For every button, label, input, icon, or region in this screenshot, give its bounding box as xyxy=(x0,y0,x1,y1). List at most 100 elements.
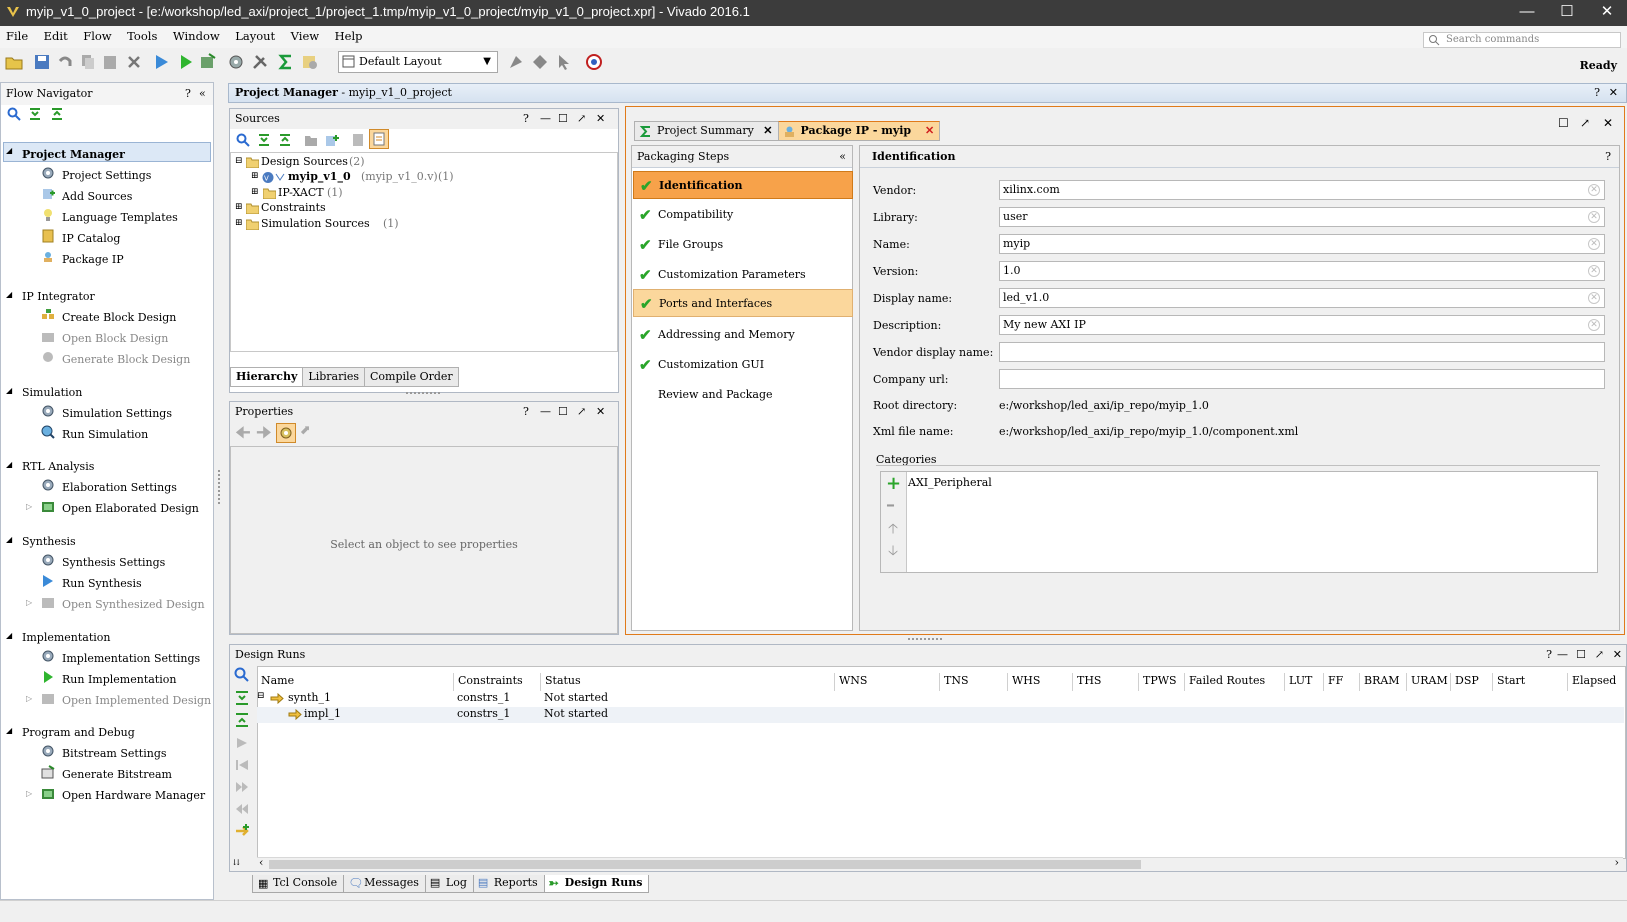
horizontal-scrollbar[interactable]: ‹ › xyxy=(257,856,1623,870)
tree-design-sources[interactable]: Design Sources xyxy=(261,155,348,168)
nav-run-implementation[interactable]: Run Implementation xyxy=(62,673,176,686)
copy-icon[interactable] xyxy=(78,52,98,72)
first-icon[interactable] xyxy=(234,757,250,773)
nav-elaboration-settings[interactable]: Elaboration Settings xyxy=(62,481,177,494)
help-icon[interactable] xyxy=(584,52,604,72)
clear-icon[interactable]: ✕ xyxy=(1588,238,1600,250)
company-url-field[interactable] xyxy=(999,369,1605,389)
search-commands-input[interactable]: Search commands xyxy=(1423,32,1621,48)
rewind-icon[interactable] xyxy=(234,801,250,817)
menu-edit[interactable]: Edit xyxy=(38,26,74,46)
scroll-left-icon[interactable]: ‹ xyxy=(259,856,263,869)
tree-constraints[interactable]: Constraints xyxy=(261,201,326,214)
clear-icon[interactable]: ✕ xyxy=(1588,265,1600,277)
tools-icon[interactable] xyxy=(250,52,270,72)
expand-arrow-icon[interactable]: ◢ xyxy=(6,631,12,640)
nav-open-hardware-manager[interactable]: Open Hardware Manager xyxy=(62,789,205,802)
float-icon[interactable]: ↗ xyxy=(1580,116,1590,130)
settings-icon[interactable] xyxy=(226,52,246,72)
help-icon[interactable]: ? xyxy=(185,83,191,105)
col-wns[interactable]: WNS xyxy=(835,673,940,691)
clear-icon[interactable]: ✕ xyxy=(1588,211,1600,223)
section-implementation[interactable]: Implementation xyxy=(22,631,111,644)
document-icon[interactable] xyxy=(351,133,365,147)
close-icon[interactable]: ✕ xyxy=(925,124,934,137)
col-whs[interactable]: WHS xyxy=(1008,673,1073,691)
expand-arrow-icon[interactable]: ▷ xyxy=(26,789,32,798)
col-uram[interactable]: URAM xyxy=(1407,673,1451,691)
maximize-icon[interactable]: ☐ xyxy=(1558,116,1569,130)
section-project-manager[interactable]: Project Manager xyxy=(22,148,125,161)
nav-open-elaborated-design[interactable]: Open Elaborated Design xyxy=(62,502,199,515)
nav-run-synthesis[interactable]: Run Synthesis xyxy=(62,577,142,590)
menu-view[interactable]: View xyxy=(285,26,325,46)
close-icon[interactable]: ✕ xyxy=(1609,84,1618,102)
tab-messages[interactable]: 🗨 Messages xyxy=(343,875,426,893)
nav-open-block-design[interactable]: Open Block Design xyxy=(62,332,168,345)
back-arrow-icon[interactable]: 🠈 xyxy=(235,420,251,449)
nav-simulation-settings[interactable]: Simulation Settings xyxy=(62,407,172,420)
col-constraints[interactable]: Constraints xyxy=(454,673,541,691)
close-icon[interactable]: ✕ xyxy=(1613,645,1622,664)
col-tns[interactable]: TNS xyxy=(940,673,1008,691)
close-window-button[interactable]: ✕ xyxy=(1587,0,1627,26)
menu-window[interactable]: Window xyxy=(167,26,226,46)
close-icon[interactable]: ✕ xyxy=(1603,116,1613,130)
help-icon[interactable]: ? xyxy=(1594,84,1600,102)
nav-generate-block-design[interactable]: Generate Block Design xyxy=(62,353,190,366)
col-ths[interactable]: THS xyxy=(1073,673,1139,691)
tab-tcl-console[interactable]: ▦ Tcl Console xyxy=(252,875,345,893)
close-icon[interactable]: ✕ xyxy=(596,402,605,421)
search-icon[interactable] xyxy=(7,107,21,121)
clear-icon[interactable]: ✕ xyxy=(1588,292,1600,304)
expand-all-icon[interactable] xyxy=(278,133,292,147)
col-elapsed[interactable]: Elapsed xyxy=(1568,673,1624,691)
float-icon[interactable]: ↗ xyxy=(577,402,586,421)
tab-log[interactable]: ▤ Log xyxy=(424,875,474,893)
menu-file[interactable]: File xyxy=(0,26,34,46)
step-file-groups[interactable]: ✔ File Groups xyxy=(633,231,853,259)
expand-arrow-icon[interactable]: ◢ xyxy=(6,726,12,735)
highlight-icon[interactable] xyxy=(530,52,550,72)
scroll-right-icon[interactable]: › xyxy=(1615,856,1619,869)
tree-toggle-icon[interactable]: ⊟ xyxy=(235,156,243,166)
clear-icon[interactable]: ✕ xyxy=(1588,319,1600,331)
splitter-handle[interactable] xyxy=(908,638,942,641)
col-name[interactable]: Name xyxy=(257,673,454,691)
step-ports-and-interfaces[interactable]: ✔ Ports and Interfaces xyxy=(633,289,853,317)
nav-ip-catalog[interactable]: IP Catalog xyxy=(62,232,120,245)
description-field[interactable]: My new AXI IP ✕ xyxy=(999,315,1605,335)
menu-tools[interactable]: Tools xyxy=(121,26,163,46)
nav-language-templates[interactable]: Language Templates xyxy=(62,211,178,224)
show-hierarchy-button[interactable] xyxy=(369,129,389,149)
float-icon[interactable]: ↗ xyxy=(577,109,586,128)
expand-arrow-icon[interactable]: ◢ xyxy=(6,460,12,469)
tree-toggle-icon[interactable]: ⊞ xyxy=(251,171,259,181)
nav-synthesis-settings[interactable]: Synthesis Settings xyxy=(62,556,165,569)
add-sources-icon[interactable] xyxy=(325,133,339,147)
nav-package-ip[interactable]: Package IP xyxy=(62,253,124,266)
maximize-icon[interactable]: ☐ xyxy=(558,402,568,421)
add-run-icon[interactable] xyxy=(234,823,250,839)
version-field[interactable]: 1.0 ✕ xyxy=(999,261,1605,281)
add-icon[interactable]: + xyxy=(886,473,901,494)
col-lut[interactable]: LUT xyxy=(1285,673,1324,691)
tab-design-runs[interactable]: ➳ Design Runs xyxy=(543,875,650,893)
paste-icon[interactable] xyxy=(100,52,120,72)
tree-top-module[interactable]: myip_v1_0 xyxy=(288,170,351,183)
table-row[interactable]: impl_1 constrs_1 Not started xyxy=(257,707,1624,723)
move-up-icon[interactable]: 🡡 xyxy=(888,518,898,542)
close-icon[interactable]: ✕ xyxy=(763,124,772,137)
minimize-icon[interactable]: — xyxy=(540,109,551,128)
step-customization-parameters[interactable]: ✔ Customization Parameters xyxy=(633,261,853,289)
section-program-and-debug[interactable]: Program and Debug xyxy=(22,726,135,739)
folder-icon[interactable] xyxy=(304,133,318,147)
save-icon[interactable] xyxy=(32,52,52,72)
open-project-icon[interactable] xyxy=(4,52,24,72)
maximize-icon[interactable]: ☐ xyxy=(1576,645,1586,664)
nav-create-block-design[interactable]: Create Block Design xyxy=(62,311,176,324)
nav-project-settings[interactable]: Project Settings xyxy=(62,169,151,182)
properties-settings-button[interactable] xyxy=(276,423,296,443)
move-down-icon[interactable]: 🡣 xyxy=(888,540,898,564)
name-field[interactable]: myip ✕ xyxy=(999,234,1605,254)
